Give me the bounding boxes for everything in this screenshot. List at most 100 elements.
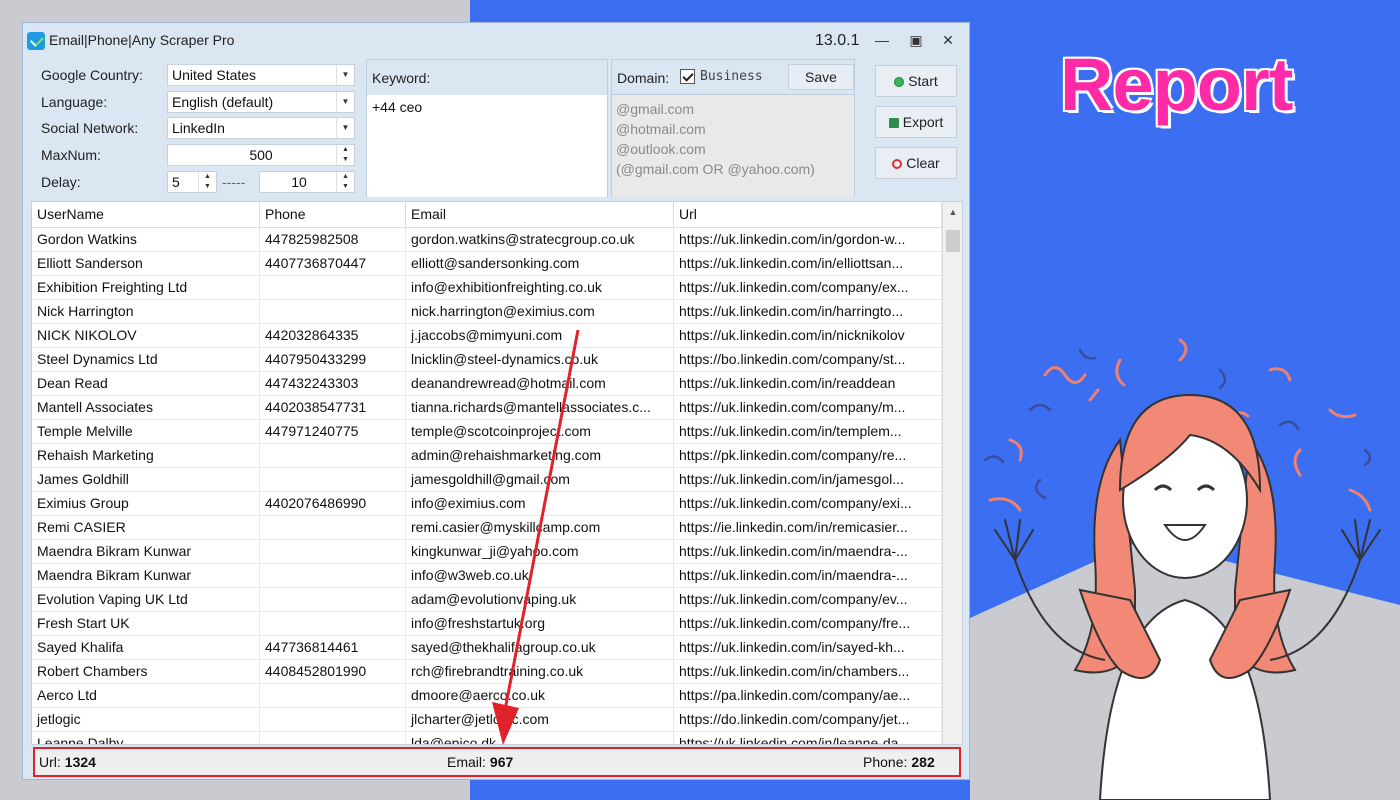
url-count: 1324 (64, 754, 96, 770)
cell-phone (260, 684, 406, 708)
table-row[interactable]: Exhibition Freighting Ltd info@exhibition… (32, 276, 942, 300)
table-row[interactable]: Evolution Vaping UK Ltd adam@evolutionvap… (32, 588, 942, 612)
cell-email: lda@epico.dk (406, 732, 674, 744)
table-row[interactable]: Leanne Dalby lda@epico.dk https://uk.linke… (32, 732, 942, 744)
cell-username: Exhibition Freighting Ltd (32, 276, 260, 300)
delay-label: Delay: (41, 174, 81, 190)
excel-icon (888, 118, 899, 128)
cell-phone: 447432243303 (260, 372, 406, 396)
cell-username: Rehaish Marketing (32, 444, 260, 468)
keyword-panel: Keyword: +44 ceo (366, 59, 608, 197)
cell-phone: 4402076486990 (260, 492, 406, 516)
cell-url: https://uk.linkedin.com/company/ex... (674, 276, 942, 300)
column-header-email[interactable]: Email (406, 202, 674, 228)
cell-phone: 4402038547731 (260, 396, 406, 420)
table-row[interactable]: Maendra Bikram Kunwar info@w3web.co.uk htt… (32, 564, 942, 588)
email-stat: Email: 967 (447, 754, 513, 770)
cell-email: gordon.watkins@stratecgroup.co.uk (406, 228, 674, 252)
table-row[interactable]: Eximius Group 4402076486990 info@eximius.c… (32, 492, 942, 516)
table-row[interactable]: Rehaish Marketing admin@rehaishmarketing.… (32, 444, 942, 468)
export-button[interactable]: Export (875, 106, 957, 138)
maxnum-stepper[interactable]: 500 ▲ ▼ (167, 144, 355, 166)
cell-phone (260, 540, 406, 564)
email-stat-label: Email: (447, 754, 486, 770)
delay-min-stepper[interactable]: 5 ▲ ▼ (167, 171, 217, 193)
clear-button[interactable]: Clear (875, 147, 957, 179)
cell-email: tianna.richards@mantellassociates.c... (406, 396, 674, 420)
table-row[interactable]: Mantell Associates 4402038547731 tianna.ri… (32, 396, 942, 420)
table-row[interactable]: jetlogic jlcharter@jetlogic.com https://do… (32, 708, 942, 732)
domain-list-textarea[interactable]: @gmail.com @hotmail.com @outlook.com (@g… (612, 94, 854, 197)
title-bar: Email|Phone|Any Scraper Pro 13.0.1 — ▣ ✕ (23, 23, 969, 57)
table-row[interactable]: James Goldhill jamesgoldhill@gmail.com htt… (32, 468, 942, 492)
social-network-select[interactable]: LinkedIn ▼ (167, 117, 355, 139)
domain-line: @outlook.com (616, 141, 706, 157)
scroll-up-icon[interactable]: ▲ (943, 202, 962, 222)
vertical-scrollbar[interactable]: ▲ (942, 202, 962, 744)
domain-label: Domain: (617, 70, 670, 86)
scroll-thumb[interactable] (946, 230, 960, 252)
close-icon[interactable]: ✕ (937, 31, 959, 49)
table-row[interactable]: Maendra Bikram Kunwar kingkunwar_ji@yahoo… (32, 540, 942, 564)
column-header-phone[interactable]: Phone (260, 202, 406, 228)
cell-username: Eximius Group (32, 492, 260, 516)
google-country-select[interactable]: United States ▼ (167, 64, 355, 86)
stepper-arrows-icon[interactable]: ▲ ▼ (198, 172, 216, 192)
language-value: English (default) (172, 94, 274, 110)
stepper-arrows-icon[interactable]: ▲ ▼ (336, 145, 354, 165)
cell-phone: 447736814461 (260, 636, 406, 660)
table-row[interactable]: Nick Harrington nick.harrington@eximius.c… (32, 300, 942, 324)
start-button[interactable]: Start (875, 65, 957, 97)
cell-username: Robert Chambers (32, 660, 260, 684)
chevron-down-icon: ▼ (336, 65, 354, 85)
cell-url: https://ie.linkedin.com/in/remicasier... (674, 516, 942, 540)
maximize-icon[interactable]: ▣ (905, 31, 927, 49)
cell-phone: 442032864335 (260, 324, 406, 348)
table-row[interactable]: Robert Chambers 4408452801990 rch@firebran… (32, 660, 942, 684)
table-row[interactable]: Steel Dynamics Ltd 4407950433299 lnicklin@… (32, 348, 942, 372)
maxnum-label: MaxNum: (41, 147, 101, 163)
cell-url: https://uk.linkedin.com/in/sayed-kh... (674, 636, 942, 660)
cell-email: info@w3web.co.uk (406, 564, 674, 588)
clear-label: Clear (906, 155, 940, 171)
language-select[interactable]: English (default) ▼ (167, 91, 355, 113)
table-row[interactable]: NICK NIKOLOV 442032864335 j.jaccobs@mimyun… (32, 324, 942, 348)
cell-username: Nick Harrington (32, 300, 260, 324)
cell-username: Aerco Ltd (32, 684, 260, 708)
cell-username: Dean Read (32, 372, 260, 396)
export-label: Export (902, 114, 944, 130)
table-row[interactable]: Sayed Khalifa 447736814461 sayed@thekhalif… (32, 636, 942, 660)
cell-username: Gordon Watkins (32, 228, 260, 252)
cell-username: Evolution Vaping UK Ltd (32, 588, 260, 612)
table-header: UserName Phone Email Url (32, 202, 942, 228)
table-row[interactable]: Aerco Ltd dmoore@aerco.co.uk https://pa.li… (32, 684, 942, 708)
chevron-down-icon: ▼ (336, 92, 354, 112)
cell-email: deanandrewread@hotmail.com (406, 372, 674, 396)
table-row[interactable]: Fresh Start UK info@freshstartuk.org https… (32, 612, 942, 636)
column-header-url[interactable]: Url (674, 202, 942, 228)
table-row[interactable]: Remi CASIER remi.casier@myskillcamp.com ht… (32, 516, 942, 540)
domain-line: @gmail.com (616, 101, 695, 117)
cell-url: https://uk.linkedin.com/in/jamesgol... (674, 468, 942, 492)
cell-phone (260, 612, 406, 636)
delay-max-value: 10 (291, 174, 307, 190)
delay-max-stepper[interactable]: 10 ▲ ▼ (259, 171, 355, 193)
cell-email: info@freshstartuk.org (406, 612, 674, 636)
column-header-username[interactable]: UserName (32, 202, 260, 228)
social-network-label: Social Network: (41, 120, 139, 136)
cell-url: https://uk.linkedin.com/company/fre... (674, 612, 942, 636)
cell-username: Mantell Associates (32, 396, 260, 420)
table-row[interactable]: Elliott Sanderson 4407736870447 elliott@sa… (32, 252, 942, 276)
minimize-icon[interactable]: — (871, 31, 893, 49)
cell-username: Sayed Khalifa (32, 636, 260, 660)
save-button[interactable]: Save (788, 64, 854, 90)
cell-phone: 447971240775 (260, 420, 406, 444)
app-version: 13.0.1 (815, 32, 860, 49)
stepper-arrows-icon[interactable]: ▲ ▼ (336, 172, 354, 192)
table-row[interactable]: Temple Melville 447971240775 temple@scotco… (32, 420, 942, 444)
keyword-textarea[interactable]: +44 ceo (367, 95, 607, 197)
excited-woman-illustration (983, 338, 1381, 800)
business-checkbox[interactable] (680, 69, 695, 84)
table-row[interactable]: Gordon Watkins 447825982508 gordon.watkins… (32, 228, 942, 252)
table-row[interactable]: Dean Read 447432243303 deanandrewread@hotm… (32, 372, 942, 396)
